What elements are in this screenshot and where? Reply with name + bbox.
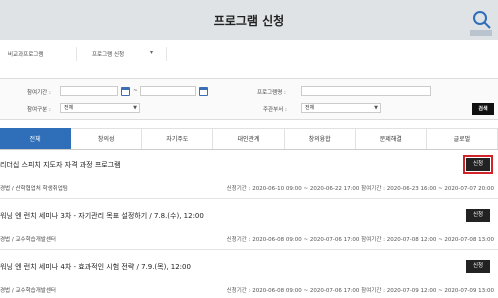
dept-select-value: 전체 bbox=[305, 105, 315, 111]
search-panel: 참여기간 : ~ 프로그램명 : 참여구분 : 전체 ▼ 주관부서 : 전체 ▼… bbox=[0, 78, 498, 120]
program-title[interactable]: 리더십 스피치 지도자 자격 과정 프로그램 bbox=[0, 160, 121, 170]
breadcrumb: 비교과프로그램 프로그램 신청 ▾ bbox=[0, 44, 498, 64]
chevron-down-icon[interactable]: ▾ bbox=[150, 49, 153, 56]
list-divider bbox=[0, 249, 498, 250]
tab-self-directed[interactable]: 자기주도 bbox=[142, 128, 214, 149]
breadcrumb-item-category[interactable]: 비교과프로그램 bbox=[8, 50, 43, 58]
tab-global[interactable]: 글로벌 bbox=[426, 128, 498, 149]
calendar-icon[interactable] bbox=[199, 87, 208, 96]
magnifier-illustration-icon bbox=[470, 11, 492, 36]
program-periods: 신청기간 : 2020-06-08 09:00 ~ 2020-07-06 17:… bbox=[226, 288, 494, 294]
program-title[interactable]: 워닝 엔 런치 세미나 3차 - 자기관리 목표 설정하기 / 7.8.(수),… bbox=[0, 211, 204, 221]
calendar-icon[interactable] bbox=[121, 87, 130, 96]
program-list-item: 리더십 스피치 지도자 자격 과정 프로그램 신청 경법 / 산학협업처 학생취… bbox=[0, 155, 498, 200]
period-label: 참여기간 : bbox=[27, 90, 51, 96]
program-title[interactable]: 워닝 엔 런치 세미나 4차 - 효과적인 시험 전략 / 7.9.(목), 1… bbox=[0, 262, 191, 272]
tab-problem-solving[interactable]: 문제해결 bbox=[355, 128, 427, 149]
program-periods: 신청기간 : 2020-06-08 09:00 ~ 2020-07-06 17:… bbox=[226, 237, 494, 243]
tab-interpersonal[interactable]: 대인관계 bbox=[213, 128, 285, 149]
chevron-down-icon: ▼ bbox=[374, 105, 378, 111]
program-name-label: 프로그램명 : bbox=[257, 90, 286, 96]
program-organizer: 경법 / 교수학습개발센터 bbox=[0, 237, 56, 243]
program-name-input[interactable] bbox=[301, 86, 431, 96]
list-divider bbox=[0, 198, 498, 199]
tab-all[interactable]: 전체 bbox=[0, 128, 72, 149]
apply-button[interactable]: 신청 bbox=[463, 155, 493, 174]
period-end-input[interactable] bbox=[140, 86, 196, 96]
page-banner: 프로그램 신청 bbox=[0, 0, 498, 40]
program-list-item: 워닝 엔 런치 세미나 4차 - 효과적인 시험 전략 / 7.9.(목), 1… bbox=[0, 260, 498, 298]
program-list-item: 워닝 엔 런치 세미나 3차 - 자기관리 목표 설정하기 / 7.8.(수),… bbox=[0, 209, 498, 251]
breadcrumb-item-current[interactable]: 프로그램 신청 bbox=[92, 50, 124, 58]
page-title: 프로그램 신청 bbox=[213, 14, 285, 28]
chevron-down-icon: ▼ bbox=[133, 105, 137, 111]
program-organizer: 경법 / 교수학습개발센터 bbox=[0, 288, 56, 294]
tab-creativity[interactable]: 창의성 bbox=[71, 128, 143, 149]
category-tabs: 전체 창의성 자기주도 대인관계 창의융합 문제해결 글로벌 bbox=[0, 128, 498, 150]
breadcrumb-divider bbox=[166, 47, 167, 61]
breadcrumb-divider bbox=[76, 47, 77, 61]
type-label: 참여구분 : bbox=[27, 107, 51, 113]
dept-label: 주관부서 : bbox=[263, 107, 287, 113]
apply-button[interactable]: 신청 bbox=[466, 209, 490, 222]
period-start-input[interactable] bbox=[60, 86, 118, 96]
apply-button[interactable]: 신청 bbox=[466, 260, 490, 273]
search-button[interactable]: 검색 bbox=[472, 103, 494, 115]
program-organizer: 경법 / 산학협업처 학생취업팀 bbox=[0, 186, 68, 192]
type-select-value: 전체 bbox=[64, 105, 74, 111]
tab-convergence[interactable]: 창의융합 bbox=[284, 128, 356, 149]
program-periods: 신청기간 : 2020-06-10 09:00 ~ 2020-06-22 17:… bbox=[226, 186, 494, 192]
type-select[interactable]: 전체 ▼ bbox=[60, 103, 140, 113]
dept-select[interactable]: 전체 ▼ bbox=[301, 103, 381, 113]
period-separator: ~ bbox=[133, 88, 138, 94]
